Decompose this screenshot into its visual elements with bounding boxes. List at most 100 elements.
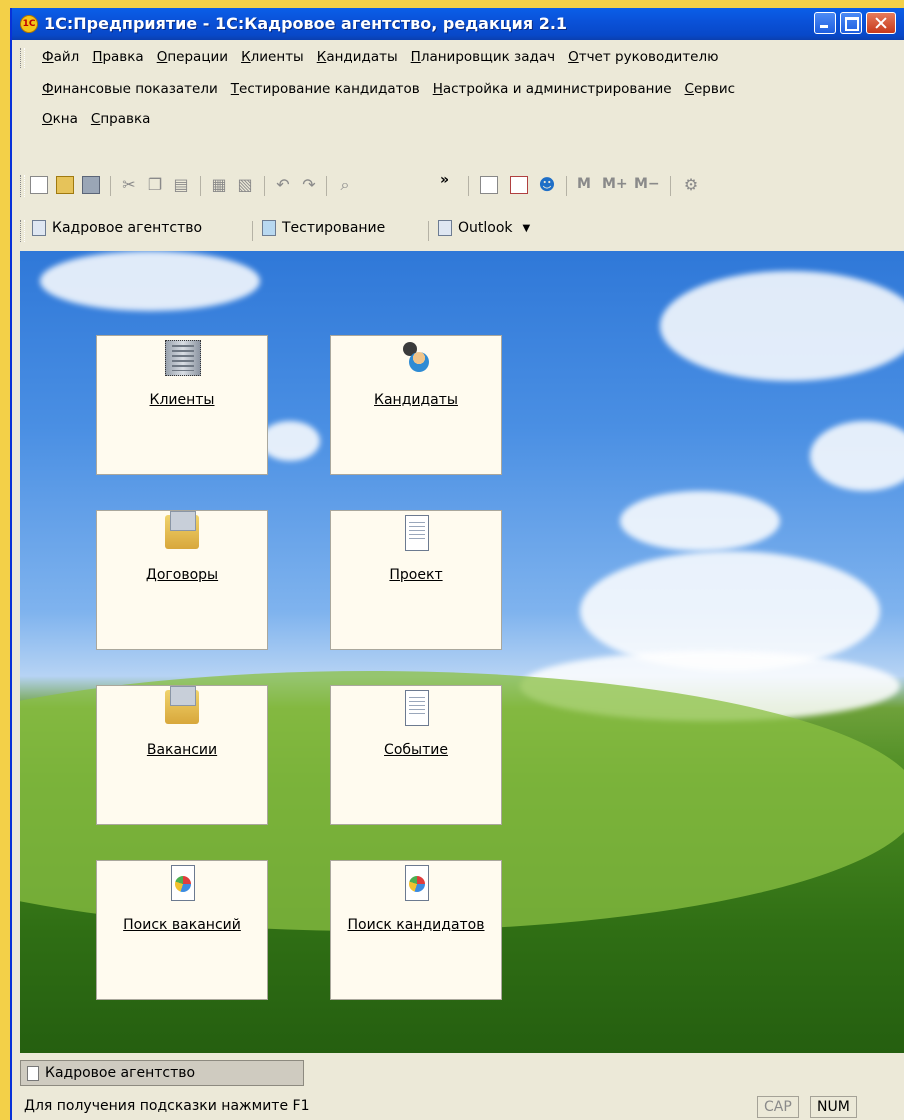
menu-service[interactable]: Сервис [685,81,735,97]
menu-windows[interactable]: Окна [42,111,78,127]
desktop-area: Клиенты Кандидаты Договоры Проект Ваканс… [20,251,904,1053]
cloud-decoration [40,251,260,311]
tile-label[interactable]: Поиск вакансий [97,917,267,933]
tile-candidate-search[interactable]: Поиск кандидатов [330,860,502,1000]
calendar-icon[interactable] [510,176,528,194]
toolbar-separator [110,176,111,196]
status-hint: Для получения подсказки нажмите F1 [24,1098,310,1114]
panel-label: Outlook [458,220,513,236]
document-icon [27,1065,39,1081]
menu-help[interactable]: Справка [91,111,151,127]
toolbar-separator [468,176,469,196]
toolbar-more-icon[interactable]: » [440,172,449,188]
maximize-button[interactable] [840,12,862,34]
menu-file[interactable]: Файл [42,49,79,65]
toolbar-separator [264,176,265,196]
menu-clients[interactable]: Клиенты [241,49,304,65]
chevron-down-icon[interactable]: ▼ [523,223,531,234]
menu-row-3: Окна Справка [42,106,163,132]
memory-m-button[interactable]: M [577,176,591,192]
menu-manager-report[interactable]: Отчет руководителю [568,49,718,65]
tile-candidates[interactable]: Кандидаты [330,335,502,475]
clipboard-icon [32,220,46,236]
menu-financial[interactable]: Финансовые показатели [42,81,218,97]
save-icon[interactable] [82,176,100,194]
tile-label[interactable]: Вакансии [97,742,267,758]
tools-icon[interactable]: ⚙ [682,176,700,194]
window-tab-label: Кадровое агентство [45,1065,196,1081]
memory-minus-button[interactable]: M− [634,176,660,192]
menu-bar: Файл Правка Операции Клиенты Кандидаты П… [20,44,900,152]
building-icon [165,340,201,376]
menu-candidates[interactable]: Кандидаты [317,49,398,65]
toolbar-separator [428,221,429,241]
window-tab-agency[interactable]: Кадровое агентство [20,1060,304,1086]
cut-icon[interactable]: ✂ [120,176,138,194]
cloud-decoration [660,271,904,381]
tile-label[interactable]: Проект [331,567,501,583]
tile-project[interactable]: Проект [330,510,502,650]
panels-grip[interactable] [20,220,25,242]
memory-plus-button[interactable]: M+ [602,176,628,192]
menu-row-2: Финансовые показатели Тестирование канди… [42,76,748,102]
tile-label[interactable]: Клиенты [97,392,267,408]
close-button[interactable] [866,12,896,34]
undo-icon[interactable]: ↶ [274,176,292,194]
tile-label[interactable]: Поиск кандидатов [331,917,501,933]
cloud-decoration [810,421,904,491]
tile-clients[interactable]: Клиенты [96,335,268,475]
panels-toolbar: Кадровое агентство Тестирование Outlook … [20,216,900,246]
find-icon[interactable]: ⌕ [336,176,354,194]
document-icon [405,690,429,726]
toolbar-separator [566,176,567,196]
people-icon [399,340,433,374]
app-window: 1С 1С:Предприятие - 1С:Кадровое агентств… [10,8,904,1120]
num-lock-indicator: NUM [810,1096,857,1118]
tile-vacancy-search[interactable]: Поиск вакансий [96,860,268,1000]
new-document-icon[interactable] [30,176,48,194]
tile-label[interactable]: Событие [331,742,501,758]
toolbar-grip[interactable] [20,175,25,197]
open-folder-icon[interactable] [56,176,74,194]
tile-label[interactable]: Кандидаты [331,392,501,408]
tile-contracts[interactable]: Договоры [96,510,268,650]
status-bar: Для получения подсказки нажмите F1 CAP N… [12,1092,904,1120]
standard-toolbar: ✂ ❐ ▤ ▦ ▧ ↶ ↷ ⌕ » ☻ M M+ M− ⚙ [20,168,900,202]
title-bar[interactable]: 1С 1С:Предприятие - 1С:Кадровое агентств… [12,8,904,40]
menu-testing[interactable]: Тестирование кандидатов [231,81,420,97]
tile-vacancies[interactable]: Вакансии [96,685,268,825]
testing-icon [262,220,276,236]
panel-label: Тестирование [282,220,386,236]
menu-operations[interactable]: Операции [157,49,228,65]
tile-label[interactable]: Договоры [97,567,267,583]
calculator-icon[interactable] [480,176,498,194]
menu-task-planner[interactable]: Планировщик задач [411,49,555,65]
panel-button-agency[interactable]: Кадровое агентство [32,220,202,236]
copy-icon[interactable]: ❐ [146,176,164,194]
menu-row-1: Файл Правка Операции Клиенты Кандидаты П… [42,44,731,70]
document-icon [405,515,429,551]
menu-settings[interactable]: Настройка и администрирование [433,81,672,97]
minimize-button[interactable] [814,12,836,34]
paste-icon[interactable]: ▤ [172,176,190,194]
report-icon [171,865,195,901]
box-icon [165,686,199,724]
window-title: 1С:Предприятие - 1С:Кадровое агентство, … [44,14,568,33]
menu-edit[interactable]: Правка [92,49,143,65]
print-preview-icon[interactable]: ▧ [236,176,254,194]
panel-button-outlook[interactable]: Outlook ▼ [438,220,530,236]
cloud-decoration [260,421,320,461]
report-icon [405,865,429,901]
menu-grip[interactable] [20,48,25,68]
toolbar-separator [200,176,201,196]
tile-event[interactable]: Событие [330,685,502,825]
panel-label: Кадровое агентство [52,220,203,236]
app-logo-icon: 1С [20,15,38,33]
cloud-decoration [620,491,780,551]
box-icon [165,511,199,549]
toolbar-separator [252,221,253,241]
print-icon[interactable]: ▦ [210,176,228,194]
users-icon[interactable]: ☻ [538,176,556,194]
panel-button-testing[interactable]: Тестирование [262,220,385,236]
redo-icon[interactable]: ↷ [300,176,318,194]
